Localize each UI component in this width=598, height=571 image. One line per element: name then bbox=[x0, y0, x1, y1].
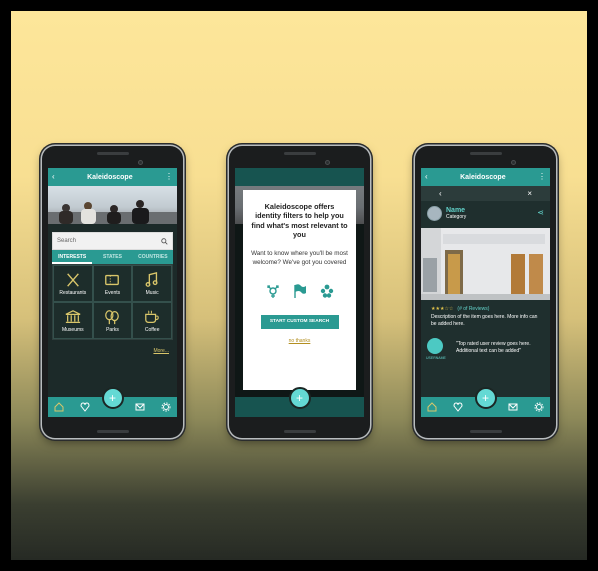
home-screen: ‹ Kaleidoscope ⋮ Search INTERESTS STATES… bbox=[48, 168, 177, 417]
coffee-cup-icon bbox=[145, 310, 159, 323]
category-parks[interactable]: Parks bbox=[92, 302, 133, 339]
chevron-left-icon[interactable]: ‹ bbox=[439, 189, 442, 198]
top-review: "Top rated user review goes here. Additi… bbox=[456, 341, 531, 354]
heart-shield-icon[interactable] bbox=[80, 402, 90, 412]
app-title: Kaleidoscope bbox=[460, 173, 506, 181]
home-icon[interactable] bbox=[54, 402, 64, 412]
speaker-grille bbox=[96, 430, 129, 433]
category-label: Parks bbox=[106, 326, 119, 333]
category-label: Museums bbox=[61, 326, 84, 333]
category-grid: Restaurants Events Music Museums Parks C… bbox=[52, 264, 173, 340]
modal-title: Kaleidoscope offers identity filters to … bbox=[251, 202, 348, 240]
item-category: Category bbox=[446, 214, 467, 220]
star-rating: ★★★☆☆ bbox=[431, 306, 454, 312]
earpiece bbox=[283, 152, 316, 155]
tab-countries[interactable]: COUNTRIES bbox=[133, 250, 173, 264]
app-bar: ‹ Kaleidoscope ⋮ bbox=[421, 168, 550, 186]
category-events[interactable]: Events bbox=[92, 265, 133, 302]
tab-interests[interactable]: INTERESTS bbox=[52, 250, 93, 264]
close-icon[interactable]: × bbox=[527, 189, 532, 198]
speaker-grille bbox=[283, 430, 316, 433]
mail-icon[interactable] bbox=[135, 402, 145, 412]
overflow-menu-icon[interactable]: ⋮ bbox=[538, 173, 546, 181]
category-music[interactable]: Music bbox=[132, 265, 172, 302]
storefront-photo bbox=[421, 228, 550, 300]
no-thanks-link[interactable]: no thanks bbox=[251, 338, 348, 344]
back-arrow-icon[interactable]: ‹ bbox=[52, 173, 55, 181]
item-name: Name bbox=[446, 207, 466, 214]
ticket-icon bbox=[105, 274, 120, 285]
category-coffee[interactable]: Coffee bbox=[132, 302, 172, 339]
speaker-grille bbox=[469, 430, 502, 433]
overflow-menu-icon[interactable]: ⋮ bbox=[165, 173, 173, 181]
filter-tabs: INTERESTS STATES COUNTRIES bbox=[52, 250, 173, 264]
showcase-background: ‹ Kaleidoscope ⋮ Search INTERESTS STATES… bbox=[11, 11, 587, 560]
search-placeholder: Search bbox=[57, 238, 77, 244]
item-description: Description of the item goes here. More … bbox=[431, 314, 538, 327]
category-museums[interactable]: Museums bbox=[53, 302, 93, 339]
modal-body: Want to know where you'll be most welcom… bbox=[251, 249, 348, 267]
add-button[interactable]: + bbox=[101, 387, 124, 409]
reviewer-name: USERNAME bbox=[426, 356, 446, 360]
gear-icon[interactable] bbox=[161, 402, 171, 412]
app-title: Kaleidoscope bbox=[87, 173, 133, 181]
earpiece bbox=[96, 152, 129, 155]
add-button[interactable]: + bbox=[474, 387, 497, 409]
search-input[interactable]: Search bbox=[52, 232, 173, 250]
category-restaurants[interactable]: Restaurants bbox=[53, 265, 93, 302]
category-label: Restaurants bbox=[59, 289, 87, 296]
review-count[interactable]: (# of Reviews) bbox=[457, 306, 489, 312]
category-label: Music bbox=[145, 289, 159, 296]
detail-toolbar: ‹ × bbox=[421, 186, 550, 201]
modal-screen: Kaleidoscope offers identity filters to … bbox=[235, 168, 364, 417]
gear-icon[interactable] bbox=[534, 402, 544, 412]
earpiece bbox=[469, 152, 502, 155]
item-avatar bbox=[427, 206, 442, 221]
phone-modal-screen: Kaleidoscope offers identity filters to … bbox=[229, 146, 370, 438]
fork-knife-icon bbox=[66, 272, 79, 287]
add-button[interactable]: + bbox=[288, 387, 311, 409]
identity-icons bbox=[251, 283, 348, 299]
phone-detail-screen: ‹ Kaleidoscope ⋮ ‹ × Name Category ⋖ ★★★… bbox=[415, 146, 556, 438]
home-icon[interactable] bbox=[427, 402, 437, 412]
front-camera bbox=[138, 160, 143, 165]
accessibility-icon bbox=[320, 284, 333, 298]
mail-icon[interactable] bbox=[508, 402, 518, 412]
tab-states[interactable]: STATES bbox=[92, 250, 132, 264]
detail-screen: ‹ Kaleidoscope ⋮ ‹ × Name Category ⋖ ★★★… bbox=[421, 168, 550, 417]
more-link[interactable]: More... bbox=[153, 348, 169, 354]
item-header: Name Category bbox=[427, 206, 466, 221]
music-note-icon bbox=[145, 271, 158, 287]
front-camera bbox=[325, 160, 330, 165]
share-icon[interactable]: ⋖ bbox=[537, 208, 544, 217]
transgender-symbol-icon bbox=[266, 285, 279, 299]
back-arrow-icon[interactable]: ‹ bbox=[425, 173, 428, 181]
front-camera bbox=[511, 160, 516, 165]
phone-home-screen: ‹ Kaleidoscope ⋮ Search INTERESTS STATES… bbox=[42, 146, 183, 438]
rating-row: ★★★☆☆ (# of Reviews) bbox=[431, 306, 489, 312]
category-label: Events bbox=[104, 289, 121, 296]
trees-icon bbox=[105, 309, 120, 324]
category-label: Coffee bbox=[144, 326, 160, 333]
identity-filters-modal: Kaleidoscope offers identity filters to … bbox=[243, 190, 356, 390]
museum-icon bbox=[65, 309, 81, 323]
search-icon[interactable] bbox=[161, 237, 168, 245]
start-custom-search-button[interactable]: START CUSTOM SEARCH bbox=[260, 315, 339, 330]
heart-shield-icon[interactable] bbox=[453, 402, 463, 412]
reviewer-avatar[interactable] bbox=[427, 338, 443, 354]
hero-image bbox=[48, 186, 177, 224]
flag-icon bbox=[293, 284, 306, 299]
app-bar: ‹ Kaleidoscope ⋮ bbox=[48, 168, 177, 186]
